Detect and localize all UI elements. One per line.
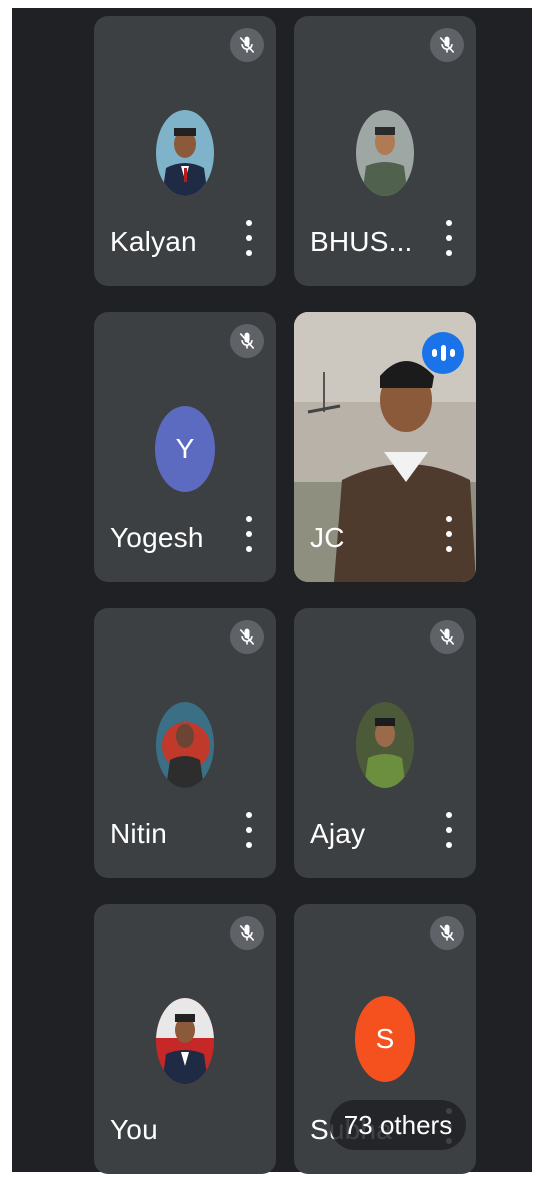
- mic-off-icon: [230, 620, 264, 654]
- participant-name: Ajay: [310, 818, 366, 849]
- more-vert-icon[interactable]: [444, 516, 454, 552]
- more-vert-icon[interactable]: [244, 220, 254, 256]
- mic-off-icon: [430, 916, 464, 950]
- others-count-badge[interactable]: 73 others: [330, 1100, 466, 1150]
- mic-off-icon: [430, 620, 464, 654]
- more-vert-icon[interactable]: [244, 812, 254, 848]
- participant-name: BHUS...: [310, 226, 413, 257]
- participant-tile-jc-video[interactable]: JC: [294, 312, 476, 582]
- participant-name: Yogesh: [110, 522, 204, 553]
- participant-name: Kalyan: [110, 226, 197, 257]
- participant-name: JC: [310, 522, 345, 553]
- audio-level-icon: [422, 332, 464, 374]
- participant-tile-nitin[interactable]: Nitin: [94, 608, 276, 878]
- participant-name: You: [110, 1114, 158, 1145]
- participant-tile-bhus[interactable]: BHUS...: [294, 16, 476, 286]
- mic-off-icon: [230, 324, 264, 358]
- more-vert-icon[interactable]: [444, 812, 454, 848]
- meeting-grid: Kalyan BHUS... Y Yogesh JC Nitin Ajay Yo…: [12, 8, 532, 1174]
- avatar-photo: [156, 110, 214, 196]
- avatar-photo: [156, 998, 214, 1084]
- mic-off-icon: [230, 28, 264, 62]
- avatar-photo: [356, 110, 414, 196]
- avatar-letter: S: [355, 996, 415, 1082]
- participant-tile-yogesh[interactable]: Y Yogesh: [94, 312, 276, 582]
- mic-off-icon: [230, 916, 264, 950]
- avatar-photo: [356, 702, 414, 788]
- more-vert-icon[interactable]: [244, 516, 254, 552]
- participant-tile-you[interactable]: You: [94, 904, 276, 1174]
- mic-off-icon: [430, 28, 464, 62]
- participant-tile-ajay[interactable]: Ajay: [294, 608, 476, 878]
- participant-name: Nitin: [110, 818, 168, 849]
- participant-tile-kalyan[interactable]: Kalyan: [94, 16, 276, 286]
- avatar-letter: Y: [155, 406, 215, 492]
- more-vert-icon[interactable]: [444, 220, 454, 256]
- avatar-photo: [156, 702, 214, 788]
